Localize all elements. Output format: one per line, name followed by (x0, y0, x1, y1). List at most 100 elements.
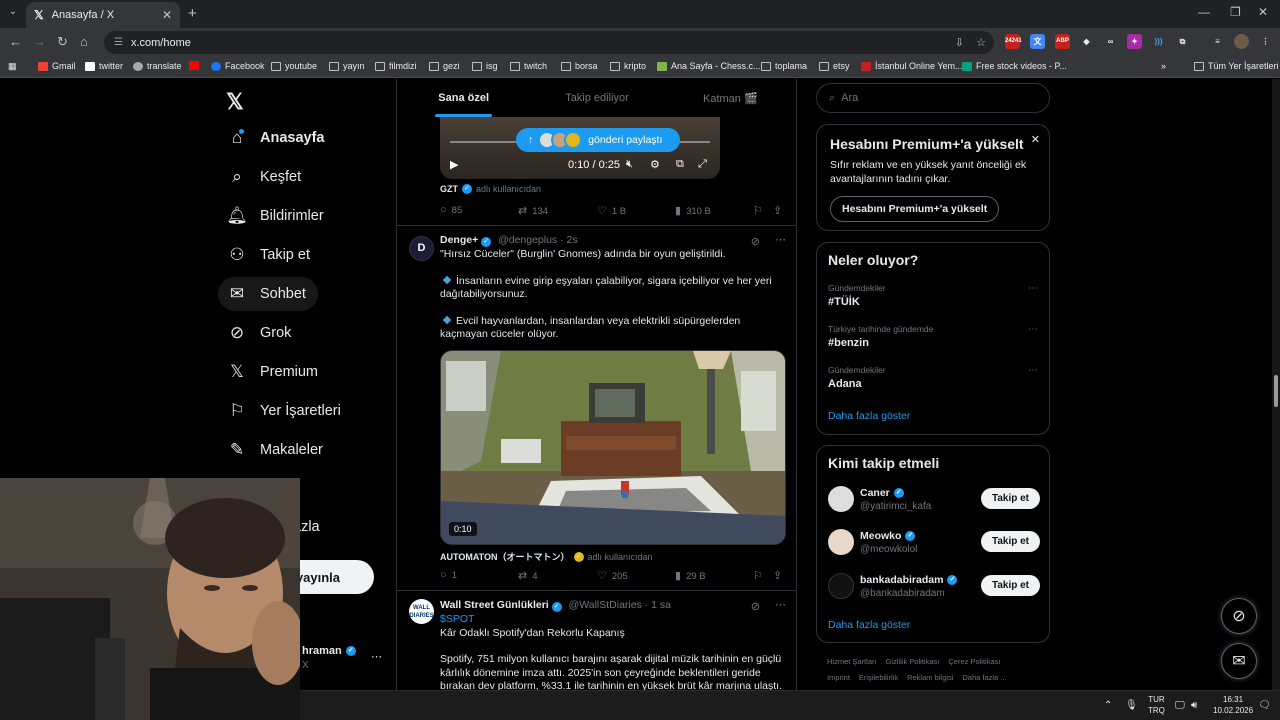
maximize-button[interactable]: ❐ (1230, 5, 1241, 19)
back-button[interactable]: ← (9, 34, 22, 49)
follow-suggestion[interactable]: Meowko ✓ @meowkolol Takip et (828, 529, 1040, 557)
avatar[interactable]: D (409, 236, 434, 261)
bookmark-gezi[interactable]: gezi (429, 61, 460, 71)
post2-source[interactable]: AUTOMATON（オートマトン） ✓ adlı kullanıcıdan (440, 550, 653, 563)
search-input[interactable]: ⌕ Ara (816, 83, 1050, 113)
nav-bookmarks[interactable]: ⚐ Yer İşaretleri (218, 394, 353, 428)
share-button[interactable]: ⇪ (773, 204, 787, 217)
nav-follow[interactable]: ⚇ Takip et (218, 238, 322, 272)
bookmark-istanbul[interactable]: İstanbul Online Yem... (861, 61, 963, 71)
chrome-menu-icon[interactable]: ⋮ (1258, 34, 1273, 49)
nav-articles[interactable]: ✎ Makaleler (218, 433, 335, 467)
post-author[interactable]: Wall Street Günlükleri (440, 599, 549, 611)
address-bar[interactable]: ☰ x.com/home ⇩ ☆ (104, 31, 994, 54)
reply-button[interactable]: ○ 85 (440, 204, 462, 216)
trend-item[interactable]: Gündemdekiler #TÜİK ⋯ (828, 283, 1038, 308)
trend-item[interactable]: Türkiye tarihinde gündemde #benzin ⋯ (828, 324, 1038, 349)
post-time[interactable]: · 2s (560, 234, 578, 246)
bookmark-translate[interactable]: translate (133, 61, 182, 71)
close-window-button[interactable]: ✕ (1258, 5, 1268, 19)
audio-extension-icon[interactable]: ))) (1151, 34, 1166, 49)
minimize-button[interactable]: — (1198, 5, 1210, 19)
nav-home[interactable]: ⌂ Anasayfa (218, 121, 336, 155)
post-handle[interactable]: @WallStDiaries (569, 599, 642, 611)
bookmark-twitch[interactable]: twitch (510, 61, 547, 71)
bookmark-gmail[interactable]: Gmail (38, 61, 76, 71)
adblock-extension-icon[interactable]: ABP (1055, 34, 1070, 49)
premium-upgrade-button[interactable]: Hesabını Premium+'a yükselt (830, 196, 1000, 222)
follow-suggestion[interactable]: bankadabiradam ✓ @bankadabiradam Takip et (828, 573, 1040, 601)
bookmark-kripto[interactable]: kripto (610, 61, 646, 71)
grok-icon[interactable]: ⊘ (751, 235, 760, 248)
more-options-icon[interactable]: ⋯ (1028, 283, 1038, 294)
follow-suggestion[interactable]: Caner ✓ @yatirimci_kafa Takip et (828, 486, 1040, 514)
profile-avatar[interactable] (1234, 34, 1249, 49)
pip-icon[interactable]: ⧉ (676, 158, 684, 171)
profile-more-icon[interactable]: ⋯ (371, 650, 382, 663)
install-app-icon[interactable]: ⇩ (955, 36, 964, 49)
grok-icon[interactable]: ⊘ (751, 600, 760, 613)
apps-grid-icon[interactable]: ▦ (8, 61, 17, 72)
bookmark-filmdizi[interactable]: filmdizi (375, 61, 417, 71)
page-scrollbar[interactable] (1272, 79, 1280, 690)
follow-button[interactable]: Takip et (980, 531, 1040, 552)
purple-extension-icon[interactable]: ✦ (1127, 34, 1142, 49)
nav-premium[interactable]: 𝕏 Premium (218, 355, 330, 389)
bookmark-youtube[interactable]: youtube (271, 61, 317, 71)
post-time[interactable]: · 1 sa (645, 599, 671, 611)
avatar[interactable] (828, 529, 854, 555)
tab-for-you[interactable]: Sana özel (397, 79, 530, 117)
share-button[interactable]: ⇪ (773, 569, 787, 582)
language-indicator[interactable]: TUR TRQ (1148, 694, 1165, 716)
post1-source[interactable]: GZT ✓ adlı kullanıcıdan (440, 184, 541, 194)
more-options-icon[interactable]: ⋯ (1028, 324, 1038, 335)
tab-search-button[interactable]: ⌄ (6, 6, 20, 20)
media-control-icon[interactable]: ≡ (1210, 34, 1225, 49)
network-icon[interactable]: 🖵︎ (1175, 700, 1185, 711)
forward-button[interactable]: → (33, 34, 46, 49)
post-handle[interactable]: @dengeplus (498, 234, 557, 246)
trends-show-more[interactable]: Daha fazla göster (828, 410, 910, 422)
follow-button[interactable]: Takip et (980, 488, 1040, 509)
extension-badge-icon[interactable]: 24241 (1005, 34, 1022, 49)
repost-button[interactable]: ⇄ 134 (518, 204, 548, 217)
microphone-icon[interactable]: 🎙︎ (1125, 700, 1138, 711)
bookmark-borsa[interactable]: borsa (561, 61, 598, 71)
fullscreen-icon[interactable]: ⤢ (698, 158, 707, 171)
profile-name[interactable]: hraman ✓ (302, 645, 360, 657)
grok-fab-button[interactable]: ⊘ (1221, 598, 1257, 634)
bookmark-star-icon[interactable]: ☆ (976, 36, 986, 49)
x-logo-icon[interactable]: 𝕏 (226, 89, 244, 115)
bookmark-yayin[interactable]: yayın (329, 61, 365, 71)
extensions-puzzle-icon[interactable]: ⧉ (1175, 34, 1190, 49)
volume-icon[interactable]: 🔊︎ (1191, 700, 1197, 711)
tab-katman[interactable]: Katman 🎬 (664, 79, 796, 117)
close-icon[interactable]: ✕ (1031, 133, 1040, 146)
repost-button[interactable]: ⇄ 4 (518, 569, 538, 582)
chevron-up-icon[interactable]: ⌃ (1104, 700, 1112, 711)
diamond-extension-icon[interactable]: ◆ (1079, 34, 1094, 49)
messages-fab-button[interactable]: ✉ (1221, 643, 1257, 679)
views-button[interactable]: ▮ 29 B (675, 569, 706, 582)
more-options-icon[interactable]: ⋯ (775, 598, 786, 611)
post2-video[interactable]: 0:10 (440, 350, 786, 545)
avatar[interactable]: WALL DIARIES (409, 599, 434, 624)
bookmark-isg[interactable]: isg (472, 61, 498, 71)
avatar[interactable] (828, 486, 854, 512)
settings-gear-icon[interactable]: ⚙ (650, 158, 660, 171)
nav-notifications[interactable]: 🔔︎ Bildirimler (218, 199, 336, 233)
bookmark-twitter[interactable]: twitter (85, 61, 123, 71)
bookmark-toplama[interactable]: toplama (761, 61, 807, 71)
bookmark-free-stock[interactable]: Free stock videos - P... (962, 61, 1067, 71)
clock[interactable]: 16:31 10.02.2026 (1213, 694, 1253, 716)
tab-following[interactable]: Takip ediliyor (530, 79, 663, 117)
like-button[interactable]: ♡ 205 (597, 569, 628, 582)
trend-item[interactable]: Gündemdekiler Adana ⋯ (828, 365, 1038, 390)
home-button[interactable]: ⌂ (80, 34, 88, 49)
nav-chat[interactable]: ✉ Sohbet (218, 277, 318, 311)
site-info-icon[interactable]: ☰ (114, 37, 123, 48)
share-pill[interactable]: ↑ gönderi paylaştı (516, 128, 680, 152)
cashtag-link[interactable]: $SPOT (440, 613, 786, 627)
bookmark-button[interactable]: ⚐ (753, 204, 768, 217)
notification-center-icon[interactable]: 🗨︎ (1258, 700, 1271, 711)
